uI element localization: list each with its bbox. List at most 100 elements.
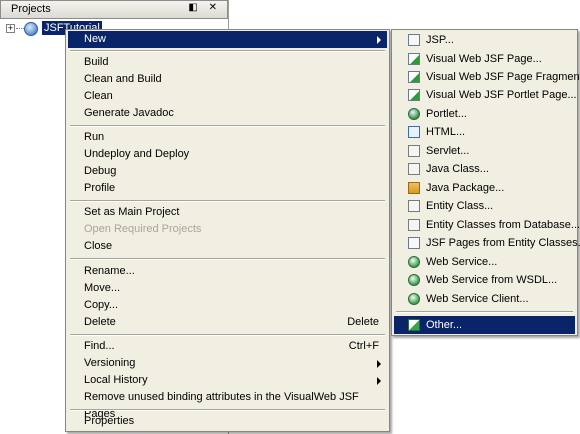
submenu-arrow-icon (377, 377, 381, 385)
menu-item-label: Undeploy and Deploy (84, 148, 190, 160)
submenu-item-label: Entity Classes from Database... (426, 219, 580, 231)
context-menu: New Build Clean and Build Clean Generate… (65, 29, 390, 432)
jsf-fragment-icon (408, 71, 420, 83)
menu-item-label: Local History (84, 374, 148, 386)
menu-item-label: Set as Main Project (84, 206, 180, 218)
submenu-arrow-icon (377, 360, 381, 368)
submenu-item-label: Servlet... (426, 145, 470, 157)
submenu-item-entity-class[interactable]: Entity Class... (394, 197, 575, 215)
menu-separator (70, 50, 385, 52)
menu-item-profile[interactable]: Profile (68, 180, 387, 197)
menu-item-rename[interactable]: Rename... (68, 263, 387, 280)
menu-item-close[interactable]: Close (68, 238, 387, 255)
menu-separator (70, 409, 385, 411)
menu-item-set-main-project[interactable]: Set as Main Project (68, 204, 387, 221)
submenu-item-label: Web Service... (426, 256, 498, 268)
expand-toggle-icon[interactable]: + (6, 24, 15, 33)
other-icon (408, 319, 420, 331)
submenu-item-label: Java Class... (426, 163, 489, 175)
package-icon (408, 182, 420, 194)
web-project-icon (24, 22, 38, 36)
menu-item-debug[interactable]: Debug (68, 163, 387, 180)
submenu-item-java-class[interactable]: Java Class... (394, 160, 575, 178)
submenu-item-label: Web Service from WSDL... (426, 274, 558, 286)
menu-item-label: Run (84, 131, 105, 143)
menu-item-find[interactable]: Find... Ctrl+F (68, 338, 387, 355)
submenu-item-java-package[interactable]: Java Package... (394, 179, 575, 197)
submenu-item-other[interactable]: Other... (394, 316, 575, 334)
menu-item-properties[interactable]: Properties (68, 413, 387, 430)
submenu-item-label: JSF Pages from Entity Classes... (426, 237, 580, 249)
submenu-item-web-service-wsdl[interactable]: Web Service from WSDL... (394, 271, 575, 289)
submenu-item-jsf-portlet-page[interactable]: Visual Web JSF Portlet Page... (394, 86, 577, 104)
submenu-item-entity-classes-db[interactable]: Entity Classes from Database... (394, 216, 580, 234)
menu-item-label: Clean (84, 90, 113, 102)
menu-separator (70, 125, 385, 127)
menu-item-label: Close (84, 240, 113, 252)
menu-item-label: Profile (84, 182, 116, 194)
jsf-portlet-icon (408, 89, 420, 101)
submenu-item-visual-web-jsf-page[interactable]: Visual Web JSF Page... (394, 50, 575, 68)
ws-client-icon (408, 293, 420, 305)
menu-item-label: Properties (84, 415, 135, 427)
menu-separator (70, 200, 385, 202)
entity-class-icon (408, 200, 420, 212)
panel-header: Projects ◧ ✕ (0, 0, 228, 19)
submenu-item-portlet[interactable]: Portlet... (394, 105, 575, 123)
menu-item-label: Build (84, 56, 109, 68)
panel-title: Projects (11, 3, 51, 15)
submenu-item-label: JSP... (426, 34, 454, 46)
servlet-icon (408, 145, 420, 157)
menu-item-clean[interactable]: Clean (68, 88, 387, 105)
jsf-page-icon (408, 53, 420, 65)
submenu-arrow-icon (377, 36, 381, 44)
menu-item-label: New (84, 33, 107, 45)
web-service-icon (408, 256, 420, 268)
submenu-item-label: Web Service Client... (426, 293, 529, 305)
submenu-item-html[interactable]: HTML... (394, 123, 575, 141)
shortcut-label: Ctrl+F (348, 340, 379, 352)
menu-item-versioning[interactable]: Versioning (68, 355, 387, 372)
menu-item-label: Rename... (84, 265, 135, 277)
submenu-item-web-service[interactable]: Web Service... (394, 253, 575, 271)
java-class-icon (408, 163, 420, 175)
menu-item-undeploy-and-deploy[interactable]: Undeploy and Deploy (68, 146, 387, 163)
wsdl-icon (408, 274, 420, 286)
menu-item-remove-unused-bindings[interactable]: Remove unused binding attributes in the … (68, 389, 387, 420)
submenu-item-servlet[interactable]: Servlet... (394, 142, 575, 160)
menu-item-new[interactable]: New (68, 31, 387, 48)
entity-db-icon (408, 219, 420, 231)
submenu-item-jsf-page-fragment[interactable]: Visual Web JSF Page Fragment... (394, 68, 580, 86)
shortcut-label: Delete (347, 316, 379, 328)
menu-separator (396, 311, 573, 313)
menu-item-run[interactable]: Run (68, 129, 387, 146)
submenu-item-label: Visual Web JSF Portlet Page... (426, 89, 577, 101)
menu-item-open-required-projects: Open Required Projects (68, 221, 387, 238)
panel-window-buttons[interactable]: ◧ ✕ (188, 2, 221, 13)
menu-item-generate-javadoc[interactable]: Generate Javadoc (68, 105, 387, 122)
menu-item-label: Versioning (84, 357, 136, 369)
menu-item-label: Generate Javadoc (84, 107, 174, 119)
submenu-item-label: Entity Class... (426, 200, 494, 212)
menu-item-build[interactable]: Build (68, 54, 387, 71)
submenu-item-web-service-client[interactable]: Web Service Client... (394, 290, 575, 308)
page-icon (408, 34, 420, 46)
submenu-item-jsp[interactable]: JSP... (394, 31, 575, 49)
submenu-item-label: HTML... (426, 126, 466, 138)
menu-item-local-history[interactable]: Local History (68, 372, 387, 389)
menu-item-label: Copy... (84, 299, 119, 311)
submenu-item-jsf-pages-entity[interactable]: JSF Pages from Entity Classes... (394, 234, 580, 252)
menu-item-label: Move... (84, 282, 121, 294)
menu-item-move[interactable]: Move... (68, 280, 387, 297)
menu-item-delete[interactable]: Delete Delete (68, 314, 387, 331)
menu-item-clean-and-build[interactable]: Clean and Build (68, 71, 387, 88)
submenu-item-label: Java Package... (426, 182, 505, 194)
submenu-item-label: Visual Web JSF Page... (426, 53, 542, 65)
menu-item-copy[interactable]: Copy... (68, 297, 387, 314)
new-submenu: JSP... Visual Web JSF Page... Visual Web… (391, 29, 580, 336)
html-icon (408, 126, 420, 138)
tree-connector (16, 28, 24, 29)
jsf-entity-pages-icon (408, 237, 420, 249)
portlet-globe-icon (408, 108, 420, 120)
menu-separator (70, 334, 385, 336)
